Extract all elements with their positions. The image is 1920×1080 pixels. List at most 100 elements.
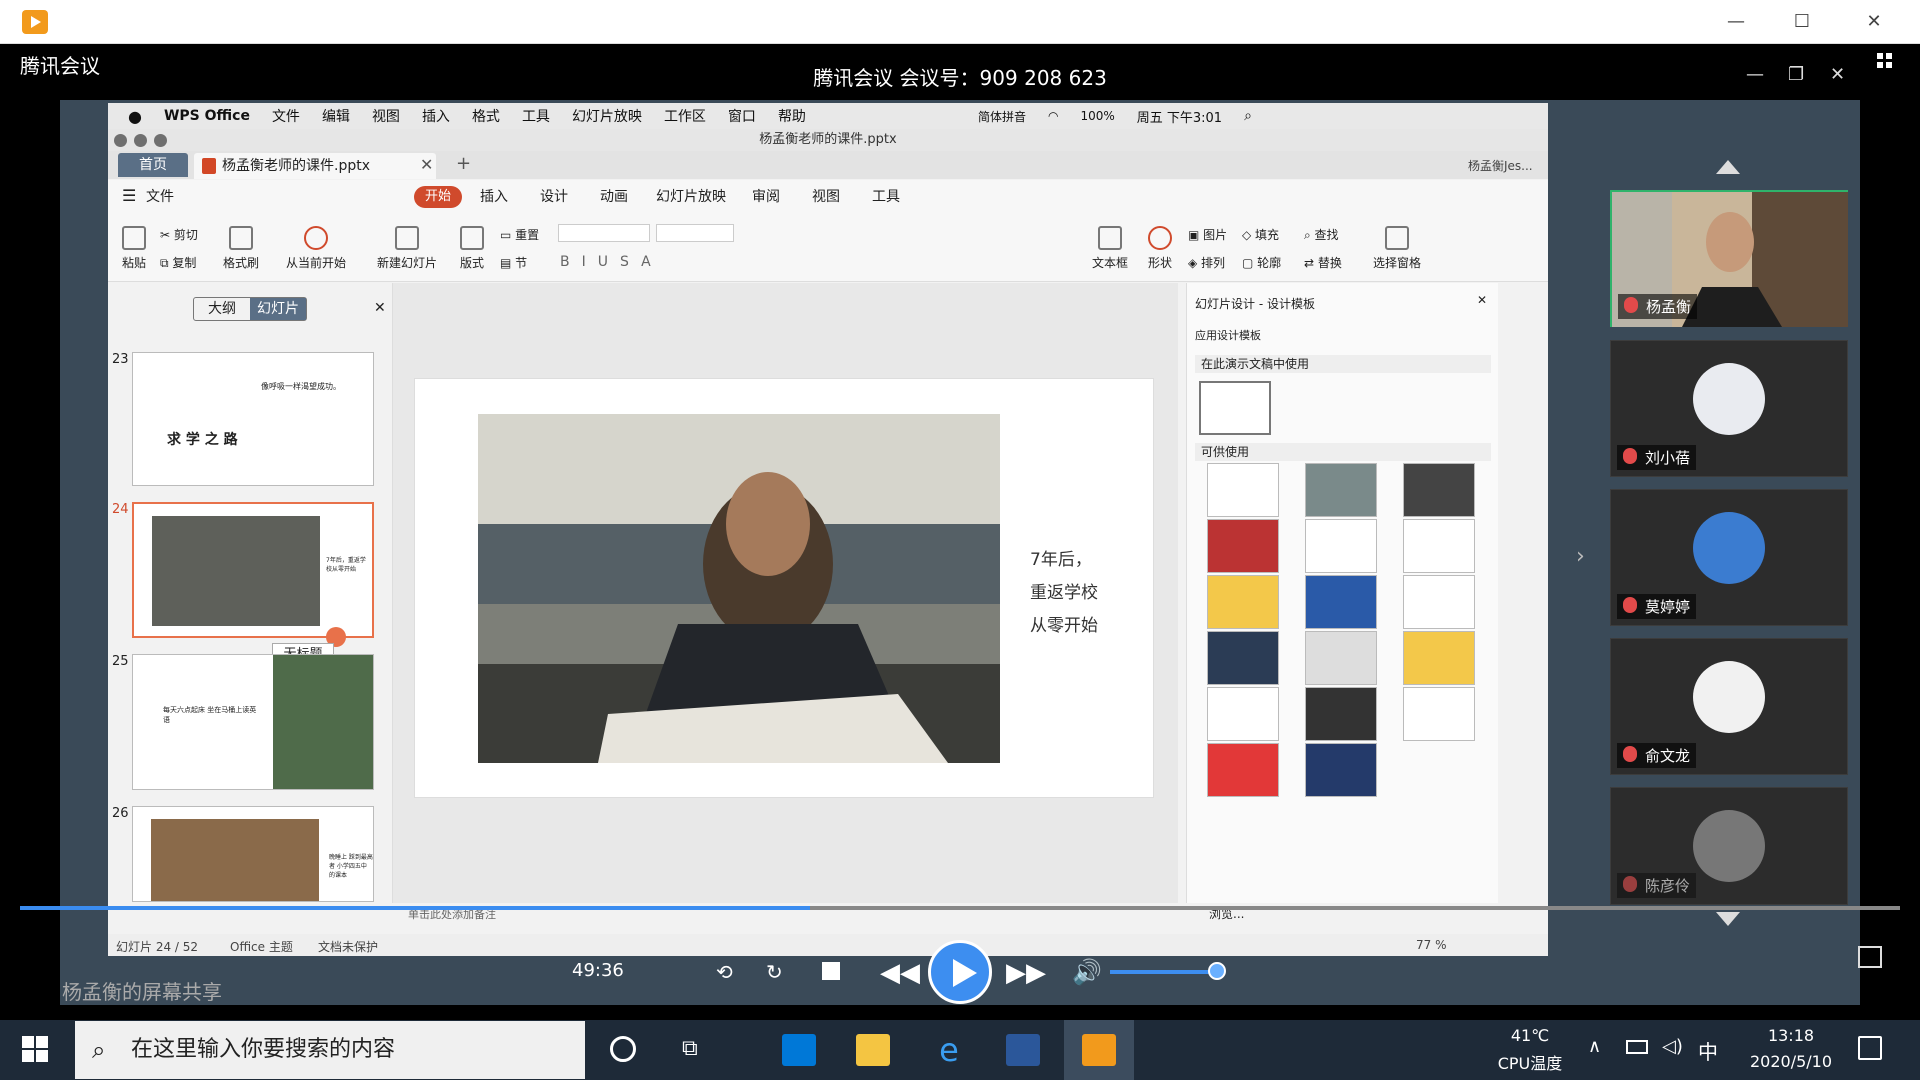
collapse-panel-icon[interactable]: › (1576, 544, 1585, 569)
template-item[interactable] (1305, 463, 1377, 517)
slide-thumbnail-24[interactable]: 7年后，重返学校从零开始 (132, 502, 374, 638)
zoom-traffic-light[interactable] (154, 134, 167, 147)
outline-tab[interactable]: 大纲 (194, 298, 250, 320)
menu-wps[interactable]: WPS Office (164, 108, 250, 124)
menu-window[interactable]: 窗口 (728, 106, 756, 126)
windows-start-icon[interactable] (22, 1036, 48, 1062)
wifi-icon[interactable]: ◠ (1048, 109, 1058, 123)
font-size-select[interactable] (656, 224, 734, 242)
slide-text-box[interactable]: 7年后， 重返学校 从零开始 (1030, 544, 1098, 643)
minimize-button[interactable]: — (1716, 8, 1756, 36)
panel-close-icon[interactable]: ✕ (374, 300, 386, 316)
volume-icon[interactable]: 🔊 (1072, 958, 1102, 986)
clock-time[interactable]: 13:18 (1736, 1026, 1846, 1045)
template-item[interactable] (1403, 575, 1475, 629)
fast-forward-icon[interactable]: ▶▶ (1006, 958, 1046, 988)
template-item[interactable] (1403, 519, 1475, 573)
stop-icon[interactable] (822, 962, 840, 980)
template-current[interactable] (1199, 381, 1271, 435)
new-tab-icon[interactable]: + (456, 153, 471, 174)
battery-indicator[interactable]: 100% (1080, 109, 1114, 123)
close-traffic-light[interactable] (114, 134, 127, 147)
template-item[interactable] (1207, 463, 1279, 517)
tab-animation[interactable]: 动画 (600, 186, 628, 206)
template-item[interactable] (1207, 519, 1279, 573)
apple-icon[interactable]: ● (128, 107, 142, 126)
zoom-level[interactable]: 77 % (1416, 938, 1447, 952)
play-from-current-button[interactable]: 从当前开始 (276, 226, 356, 271)
participant-card[interactable]: 莫婷婷 (1610, 489, 1848, 626)
template-item[interactable] (1403, 631, 1475, 685)
template-item[interactable] (1207, 687, 1279, 741)
tab-home[interactable]: 首页 (118, 153, 188, 177)
find-button[interactable]: ⌕ 查找 (1304, 226, 1339, 243)
user-account[interactable]: 杨孟衡Jes... (1468, 157, 1533, 174)
speaker-icon[interactable]: ◁) (1662, 1036, 1683, 1057)
tab-document[interactable]: 杨孟衡老师的课件.pptx (194, 153, 436, 179)
rewind-icon[interactable]: ◀◀ (880, 958, 920, 988)
arrange-button[interactable]: ◈ 排列 (1188, 254, 1225, 271)
template-item[interactable] (1305, 687, 1377, 741)
task-view-icon[interactable]: ⧉ (682, 1036, 698, 1061)
font-family-select[interactable] (558, 224, 650, 242)
slide-thumbnail-25[interactable]: 每天六点起床 坐在马桶上读英语 (132, 654, 374, 790)
reset-button[interactable]: ▭ 重置 (500, 226, 539, 243)
layout-button[interactable]: 版式 (454, 226, 490, 271)
tray-chevron-icon[interactable]: ∧ (1588, 1036, 1601, 1057)
edge-icon[interactable]: e (932, 1034, 966, 1066)
menu-icon[interactable]: ☰ (122, 186, 136, 205)
menu-slideshow[interactable]: 幻灯片放映 (572, 106, 642, 126)
volume-knob[interactable] (1208, 962, 1226, 980)
scroll-down-icon[interactable] (1716, 912, 1740, 926)
font-style-buttons[interactable]: BIUSA (560, 254, 663, 270)
clock-date[interactable]: 2020/5/10 (1736, 1052, 1846, 1071)
close-button[interactable]: ✕ (1854, 8, 1894, 36)
template-item[interactable] (1403, 463, 1475, 517)
menu-format[interactable]: 格式 (472, 106, 500, 126)
word-icon[interactable] (1006, 1034, 1040, 1066)
tab-view[interactable]: 视图 (812, 186, 840, 206)
design-panel-close-icon[interactable]: ✕ (1477, 293, 1487, 307)
template-item[interactable] (1305, 519, 1377, 573)
video-player-icon[interactable] (1082, 1034, 1116, 1066)
ime-indicator[interactable]: 中 (1698, 1036, 1718, 1065)
paste-button[interactable]: 粘贴 (116, 226, 152, 271)
spotlight-icon[interactable]: ⌕ (1244, 108, 1252, 124)
template-item[interactable] (1305, 631, 1377, 685)
menu-edit[interactable]: 编辑 (322, 106, 350, 126)
textbox-button[interactable]: 文本框 (1088, 226, 1132, 271)
replace-button[interactable]: ⇄ 替换 (1304, 254, 1342, 271)
file-menu[interactable]: 文件 (146, 186, 174, 206)
menu-file[interactable]: 文件 (272, 106, 300, 126)
menu-workspace[interactable]: 工作区 (664, 106, 706, 126)
repeat-icon[interactable]: ↻ (766, 960, 783, 984)
play-button[interactable] (928, 940, 992, 1004)
file-explorer-icon[interactable] (856, 1034, 890, 1066)
tab-start[interactable]: 开始 (414, 186, 462, 208)
tab-insert[interactable]: 插入 (480, 186, 508, 206)
loop-icon[interactable]: ⟲ (716, 960, 733, 984)
participant-card[interactable]: 刘小蓓 (1610, 340, 1848, 477)
tab-close-icon[interactable]: ✕ (420, 155, 433, 174)
template-item[interactable] (1207, 575, 1279, 629)
protect-status[interactable]: 文档未保护 (318, 938, 378, 955)
notification-icon[interactable] (1858, 1036, 1882, 1060)
cut-button[interactable]: ✂ 剪切 (160, 226, 198, 243)
store-icon[interactable] (782, 1034, 816, 1066)
template-item[interactable] (1207, 631, 1279, 685)
participant-card[interactable]: 俞文龙 (1610, 638, 1848, 775)
scroll-up-icon[interactable] (1716, 160, 1740, 174)
slides-tab[interactable]: 幻灯片 (250, 298, 306, 320)
picture-button[interactable]: ▣ 图片 (1188, 226, 1227, 243)
shape-button[interactable]: 形状 (1140, 226, 1180, 271)
participant-card[interactable]: 杨孟衡 (1610, 190, 1848, 327)
battery-icon[interactable] (1626, 1040, 1648, 1054)
maximize-button[interactable]: ☐ (1782, 8, 1822, 36)
tab-review[interactable]: 审阅 (752, 186, 780, 206)
tab-design[interactable]: 设计 (540, 186, 568, 206)
new-slide-button[interactable]: 新建幻灯片 (370, 226, 444, 271)
format-painter-button[interactable]: 格式刷 (220, 226, 262, 271)
minimize-traffic-light[interactable] (134, 134, 147, 147)
cortana-icon[interactable] (610, 1036, 636, 1062)
meeting-minimize-icon[interactable]: — (1746, 64, 1764, 85)
